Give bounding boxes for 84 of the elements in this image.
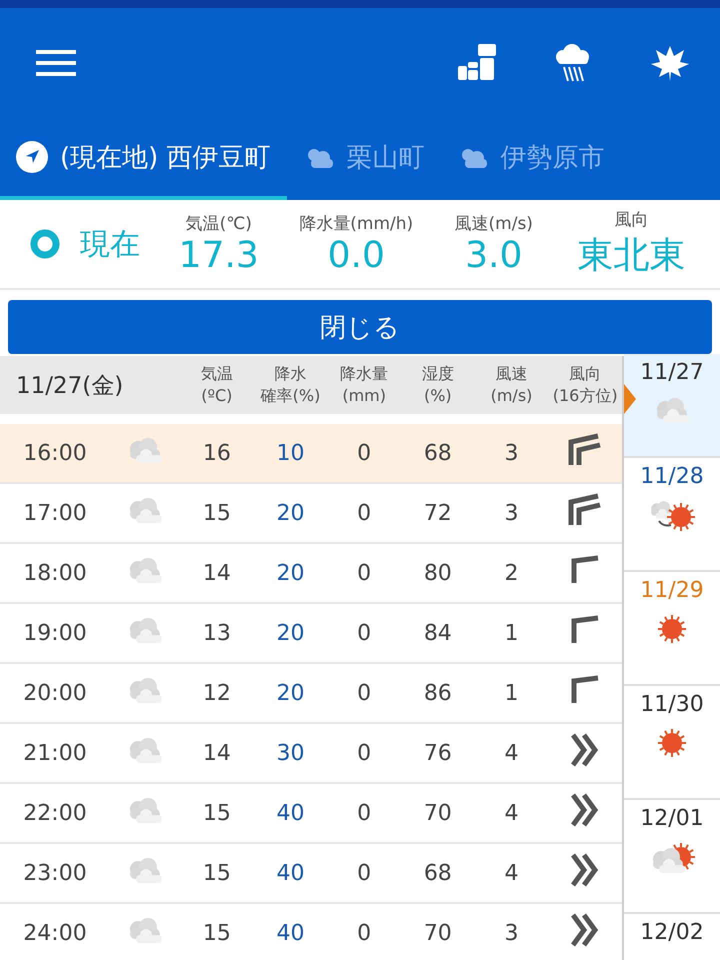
reading-value: 東北東 [577,234,686,278]
table-date: 11/27(金) [15,372,124,400]
humidity-cell-text: 76 [422,740,453,766]
time-cell-text: 22:00 [22,800,88,826]
precipitation-chance-cell-text: 40 [275,860,306,886]
precipitation-chance-cell-text: 30 [275,740,306,766]
humidity-cell-text: 80 [422,560,453,586]
humidity-cell-text: 84 [422,620,453,646]
menu-icon[interactable] [36,50,76,76]
humidity-cell-text: 86 [422,680,453,706]
humidity-cell-text: 70 [422,920,453,946]
precipitation-chance-cell-text: 20 [275,560,306,586]
precipitation-chance-cell-text: 40 [275,800,306,826]
precipitation-cell-text: 0 [356,560,372,586]
reading-label: 風向 [614,209,648,231]
wind-speed-cell-text: 4 [503,860,520,886]
wind-speed-cell-text: 1 [503,620,520,646]
precipitation-cell-text: 0 [356,680,372,706]
precipitation-chance-cell-text: 40 [275,920,306,946]
time-cell-text: 19:00 [22,620,88,646]
precipitation-cell-text: 0 [356,440,372,466]
reading-value: 0.0 [328,235,385,276]
precipitation-chance-cell-text: 20 [275,500,306,526]
precipitation-cell-text: 0 [356,500,372,526]
wind-speed-cell-text: 4 [503,740,520,766]
column-header: 風向 (16方位) [552,363,619,407]
day-date: 11/30 [640,692,704,717]
day-date: 12/02 [640,920,704,945]
close-button[interactable]: 閉じる [8,300,712,354]
day-date: 11/29 [640,578,704,603]
time-cell-text: 17:00 [22,500,88,526]
wind-speed-cell-text: 3 [503,500,520,526]
column-header: 降水 確率(%) [260,363,322,407]
precipitation-cell-text: 0 [356,800,372,826]
reading-label: 降水量(mm/h) [299,213,414,235]
precipitation-cell-text: 0 [356,920,372,946]
column-header: 気温 (ºC) [200,363,234,407]
column-header: 湿度 (%) [420,363,455,407]
wind-speed-cell-text: 4 [503,800,520,826]
blocks-icon[interactable] [458,44,498,82]
precipitation-cell-text: 0 [356,860,372,886]
column-header: 風速 (m/s) [490,363,534,407]
wind-speed-cell-text: 3 [503,920,520,946]
navigation-icon [16,141,48,173]
reading-label: 風速(m/s) [454,213,533,235]
location-tab[interactable]: (現在地) 西伊豆町 [0,118,287,200]
precipitation-cell-text: 0 [356,620,372,646]
time-cell-text: 16:00 [22,440,88,466]
temperature-cell-text: 15 [202,860,232,886]
precipitation-chance-cell-text: 20 [275,620,306,646]
day-date: 12/01 [640,806,704,831]
wind-speed-cell-text: 3 [503,440,520,466]
day-date: 11/28 [640,464,704,489]
current-label: 現在 [80,226,140,264]
day-date: 11/27 [640,360,704,385]
temperature-cell-text: 15 [202,920,232,946]
temperature-cell-text: 12 [202,680,232,706]
day-item[interactable]: 11/27 [624,354,720,458]
time-cell-text: 20:00 [22,680,88,706]
temperature-cell-text: 16 [202,440,232,466]
humidity-cell-text: 68 [422,860,453,886]
temperature-cell-text: 15 [202,500,232,526]
time-cell-text: 21:00 [22,740,88,766]
reading-label: 気温(℃) [186,213,252,235]
time-cell-text: 23:00 [22,860,88,886]
temperature-cell-text: 15 [202,800,232,826]
time-cell-text: 18:00 [22,560,88,586]
humidity-cell-text: 70 [422,800,453,826]
column-header: 降水量 (mm) [339,363,390,407]
reading-value: 17.3 [178,235,259,276]
temperature-cell-text: 14 [202,740,232,766]
precipitation-chance-cell-text: 20 [275,680,306,706]
current-marker-icon [30,229,60,259]
wind-speed-cell-text: 2 [503,560,520,586]
temperature-cell-text: 13 [202,620,232,646]
time-cell-text: 24:00 [22,920,88,946]
temperature-cell-text: 14 [202,560,232,586]
wind-speed-cell-text: 1 [503,680,520,706]
humidity-cell-text: 72 [422,500,453,526]
reading-value: 3.0 [465,235,522,276]
precipitation-cell-text: 0 [356,740,372,766]
precipitation-chance-cell-text: 10 [275,440,306,466]
pointer-icon [624,384,636,414]
humidity-cell-text: 68 [422,440,453,466]
